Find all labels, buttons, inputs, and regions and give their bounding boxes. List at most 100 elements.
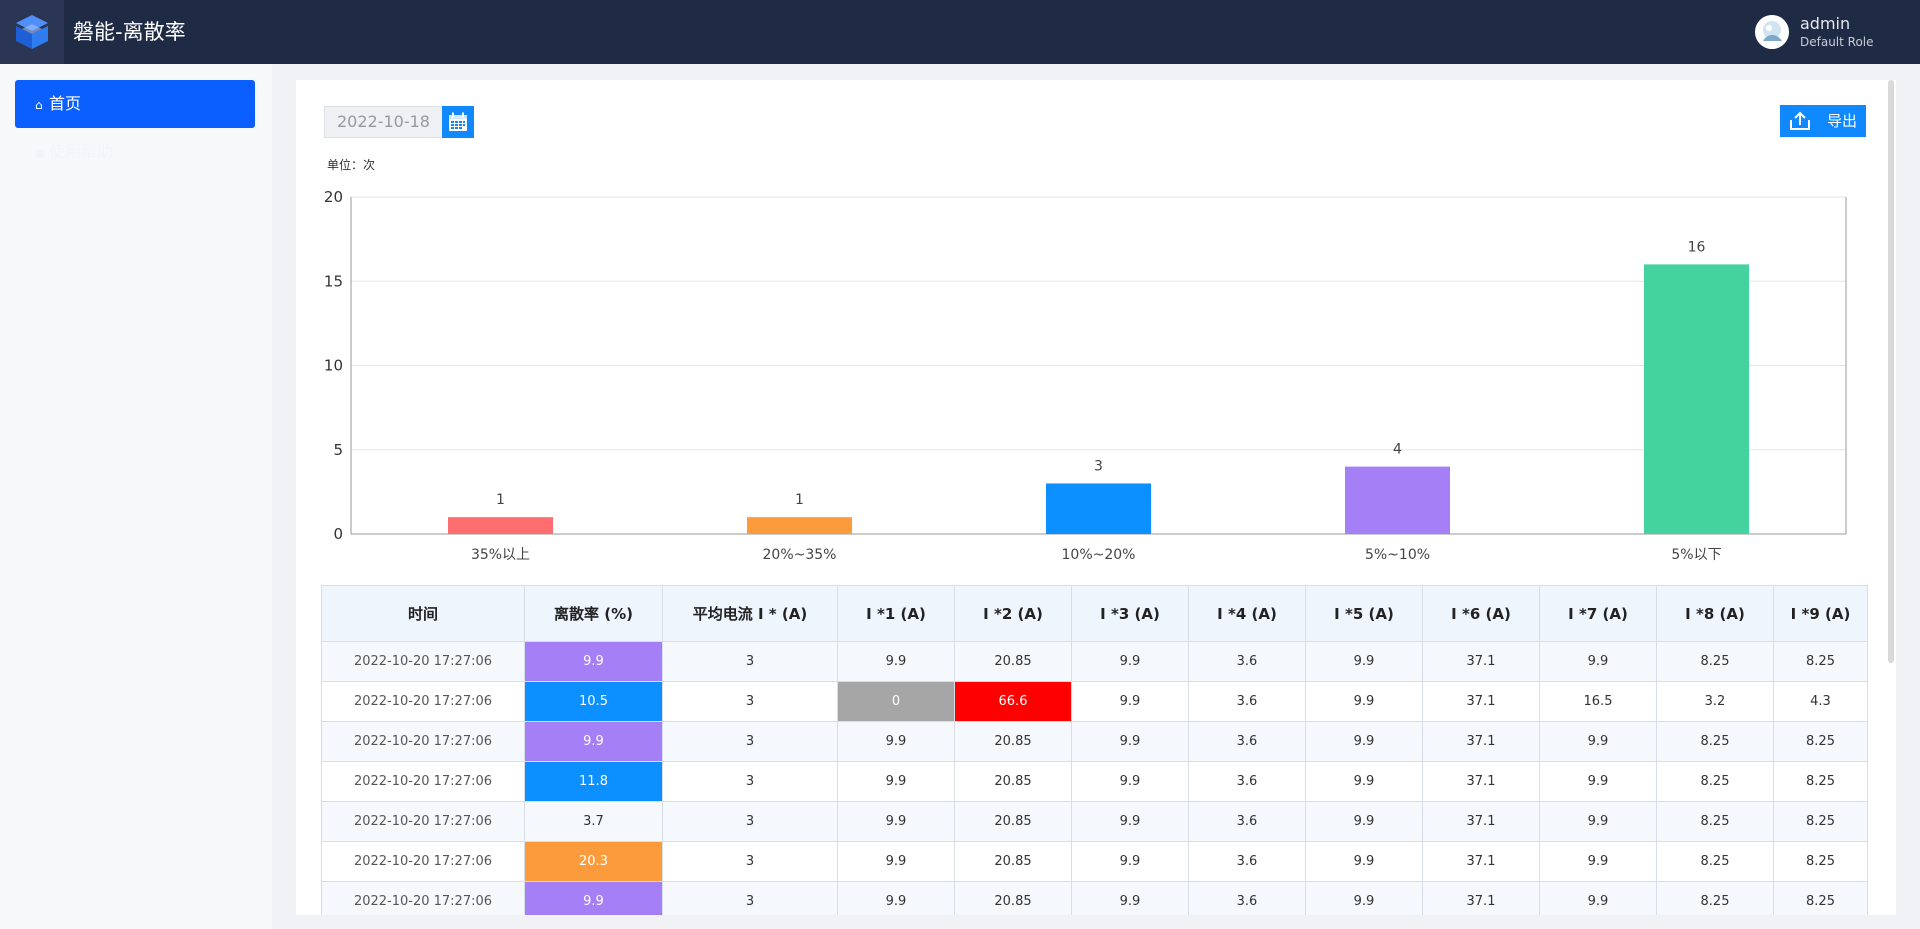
table-cell: 10.5 bbox=[524, 681, 663, 722]
table-cell: 9.9 bbox=[1071, 841, 1189, 882]
table-cell: 20.85 bbox=[954, 641, 1072, 682]
date-input[interactable]: 2022-10-18 bbox=[324, 106, 444, 138]
table-cell: 9.9 bbox=[1305, 681, 1423, 722]
table-cell: 9.9 bbox=[1539, 881, 1657, 915]
bar bbox=[1644, 264, 1749, 534]
table-cell: 16.5 bbox=[1539, 681, 1657, 722]
table-cell: 3.6 bbox=[1188, 681, 1306, 722]
table-cell: 9.9 bbox=[1071, 801, 1189, 842]
table-row[interactable]: 2022-10-20 17:27:06 9.9 3 9.9 20.85 9.9 3.6 9.9… bbox=[321, 721, 1868, 762]
table-cell: 8.25 bbox=[1656, 721, 1774, 762]
x-tick-label: 20%~35% bbox=[763, 547, 837, 563]
table-cell: 20.85 bbox=[954, 881, 1072, 915]
table-cell: 37.1 bbox=[1422, 761, 1540, 802]
table-cell: 9.9 bbox=[1539, 841, 1657, 882]
column-header: I *9 (A) bbox=[1773, 585, 1868, 642]
logo-icon bbox=[16, 15, 48, 49]
user-name[interactable]: admin bbox=[1800, 14, 1850, 34]
table-cell: 3 bbox=[662, 881, 838, 915]
table-cell: 20.85 bbox=[954, 761, 1072, 802]
bar bbox=[1046, 483, 1151, 534]
table-cell: 8.25 bbox=[1773, 761, 1868, 802]
bar-value-label: 4 bbox=[1393, 442, 1402, 458]
table-cell: 9.9 bbox=[1539, 721, 1657, 762]
table-cell: 9.9 bbox=[1071, 761, 1189, 802]
table-cell: 2022-10-20 17:27:06 bbox=[321, 721, 525, 762]
sidebar-item-home[interactable]: ⌂ 首页 bbox=[15, 80, 255, 128]
table-cell: 3 bbox=[662, 721, 838, 762]
table-cell: 8.25 bbox=[1773, 801, 1868, 842]
table-cell: 20.3 bbox=[524, 841, 663, 882]
sidebar-item-help[interactable]: ● 使用帮助 bbox=[15, 128, 255, 176]
table-cell: 9.9 bbox=[1071, 881, 1189, 915]
table-row[interactable]: 2022-10-20 17:27:06 9.9 3 9.9 20.85 9.9 3.6 9.9… bbox=[321, 641, 1868, 682]
table-cell: 3.6 bbox=[1188, 881, 1306, 915]
table-cell: 2022-10-20 17:27:06 bbox=[321, 841, 525, 882]
column-header: I *2 (A) bbox=[954, 585, 1072, 642]
table-cell: 9.9 bbox=[837, 801, 955, 842]
table-row[interactable]: 2022-10-20 17:27:06 9.9 3 9.9 20.85 9.9 3.6 9.9… bbox=[321, 881, 1868, 915]
y-tick-label: 20 bbox=[324, 188, 343, 206]
logo[interactable] bbox=[0, 0, 64, 64]
table-cell: 20.85 bbox=[954, 841, 1072, 882]
table-cell: 3.6 bbox=[1188, 721, 1306, 762]
column-header: 时间 bbox=[321, 585, 525, 642]
table-cell: 3 bbox=[662, 641, 838, 682]
table-cell: 0 bbox=[837, 681, 955, 722]
table-cell: 9.9 bbox=[1071, 721, 1189, 762]
calendar-button[interactable] bbox=[442, 106, 474, 138]
table-cell: 9.9 bbox=[1539, 801, 1657, 842]
table-cell: 9.9 bbox=[1305, 641, 1423, 682]
table-cell: 37.1 bbox=[1422, 801, 1540, 842]
table-cell: 8.25 bbox=[1656, 881, 1774, 915]
y-tick-label: 0 bbox=[333, 525, 343, 543]
help-icon: ● bbox=[35, 146, 46, 160]
table-cell: 2022-10-20 17:27:06 bbox=[321, 641, 525, 682]
calendar-icon bbox=[449, 112, 467, 131]
x-tick-label: 10%~20% bbox=[1062, 547, 1136, 563]
table-row[interactable]: 2022-10-20 17:27:06 3.7 3 9.9 20.85 9.9 3.6 9.9… bbox=[321, 801, 1868, 842]
table-cell: 20.85 bbox=[954, 801, 1072, 842]
app-title: 磐能-离散率 bbox=[73, 20, 186, 44]
scrollbar-thumb[interactable] bbox=[1888, 80, 1894, 663]
main-panel: 2022-10-18 导出 单位：次 0 5 10 15 20 1 35%以上 1 20%~35… bbox=[296, 80, 1896, 915]
bar bbox=[747, 517, 852, 534]
table-cell: 9.9 bbox=[524, 881, 663, 915]
table-cell: 3.7 bbox=[524, 801, 663, 842]
y-tick-label: 10 bbox=[324, 357, 343, 375]
x-tick-label: 5%以下 bbox=[1671, 547, 1721, 563]
table-row[interactable]: 2022-10-20 17:27:06 10.5 3 0 66.6 9.9 3.6 9.9 37… bbox=[321, 681, 1868, 722]
bar bbox=[448, 517, 553, 534]
table-cell: 3.6 bbox=[1188, 761, 1306, 802]
user-avatar[interactable] bbox=[1755, 15, 1789, 49]
table-cell: 9.9 bbox=[1539, 761, 1657, 802]
table-row[interactable]: 2022-10-20 17:27:06 11.8 3 9.9 20.85 9.9 3.6 9.… bbox=[321, 761, 1868, 802]
bar-value-label: 1 bbox=[496, 492, 505, 508]
table-row[interactable]: 2022-10-20 17:27:06 20.3 3 9.9 20.85 9.9 3.6 9.… bbox=[321, 841, 1868, 882]
table-cell: 9.9 bbox=[1305, 841, 1423, 882]
column-header: 离散率 (%) bbox=[524, 585, 663, 642]
table-cell: 37.1 bbox=[1422, 641, 1540, 682]
table-cell: 9.9 bbox=[524, 721, 663, 762]
bar-value-label: 16 bbox=[1688, 239, 1706, 255]
avatar-icon bbox=[1755, 15, 1789, 49]
table-cell: 37.1 bbox=[1422, 881, 1540, 915]
export-button[interactable]: 导出 bbox=[1780, 105, 1866, 137]
table-cell: 2022-10-20 17:27:06 bbox=[321, 761, 525, 802]
chart-unit-label: 单位：次 bbox=[327, 158, 376, 172]
table-cell: 3 bbox=[662, 761, 838, 802]
bar bbox=[1345, 466, 1450, 534]
table-cell: 3.2 bbox=[1656, 681, 1774, 722]
table-cell: 9.9 bbox=[1305, 881, 1423, 915]
table-header-row: 时间 离散率 (%) 平均电流 I * (A) I *1 (A) I *2 (A) I *… bbox=[321, 585, 1868, 642]
column-header: I *8 (A) bbox=[1656, 585, 1774, 642]
table-cell: 9.9 bbox=[1305, 801, 1423, 842]
column-header: 平均电流 I * (A) bbox=[662, 585, 838, 642]
table-cell: 3.6 bbox=[1188, 841, 1306, 882]
table-cell: 2022-10-20 17:27:06 bbox=[321, 801, 525, 842]
home-icon: ⌂ bbox=[35, 98, 43, 112]
y-tick-label: 5 bbox=[333, 441, 343, 459]
table-cell: 3 bbox=[662, 801, 838, 842]
column-header: I *7 (A) bbox=[1539, 585, 1657, 642]
table-cell: 20.85 bbox=[954, 721, 1072, 762]
